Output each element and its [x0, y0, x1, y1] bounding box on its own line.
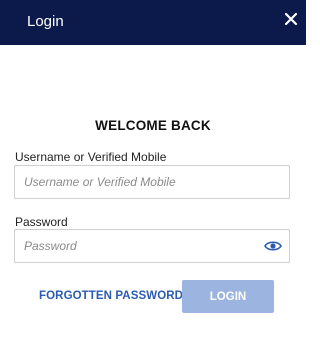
- login-button[interactable]: LOGIN: [182, 280, 274, 313]
- close-icon[interactable]: [284, 12, 298, 26]
- username-input[interactable]: [14, 165, 290, 199]
- eye-icon[interactable]: [264, 239, 282, 253]
- welcome-heading: WELCOME BACK: [95, 118, 211, 133]
- modal-header: Login: [0, 0, 306, 45]
- modal-title: Login: [27, 13, 64, 30]
- password-input[interactable]: [14, 229, 290, 263]
- password-label: Password: [15, 215, 68, 229]
- forgotten-password-link[interactable]: FORGOTTEN PASSWORD: [39, 290, 183, 302]
- username-label: Username or Verified Mobile: [15, 150, 167, 164]
